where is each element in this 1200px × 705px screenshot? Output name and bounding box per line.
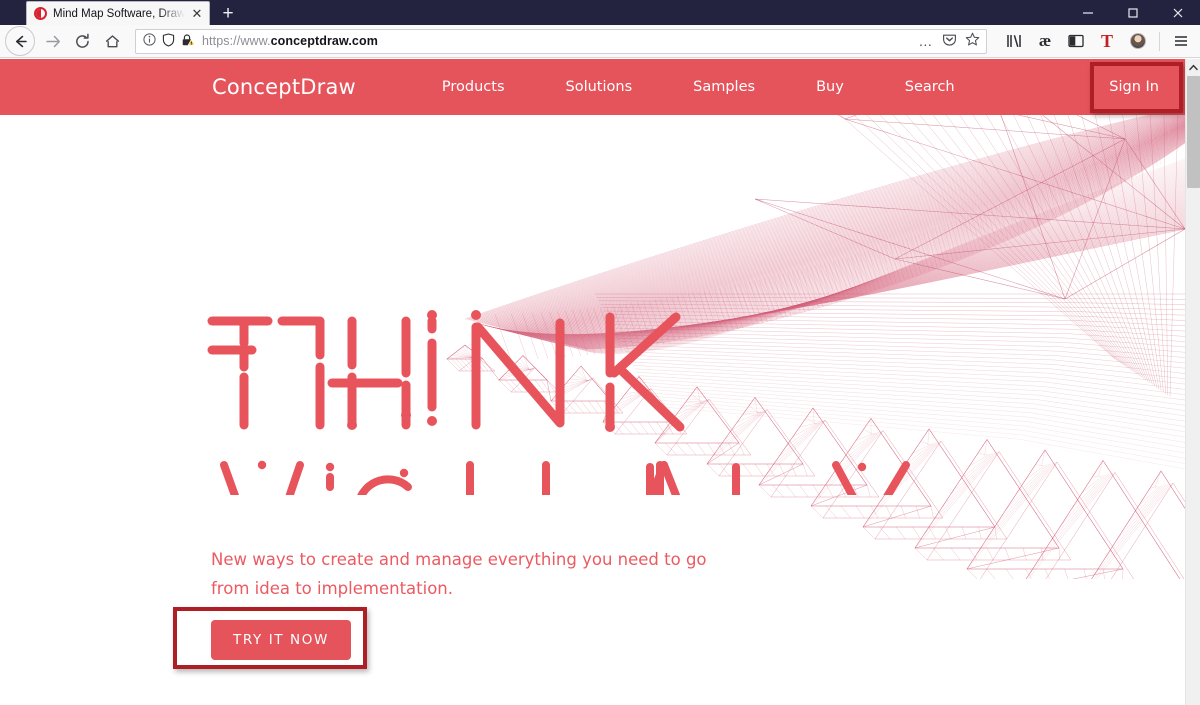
- try-it-now-button[interactable]: TRY IT NOW: [211, 620, 351, 660]
- ae-extension-icon[interactable]: æ: [1031, 27, 1059, 56]
- tab-title: Mind Map Software, Drawing T: [53, 7, 189, 20]
- new-tab-button[interactable]: +: [214, 1, 242, 25]
- browser-tab[interactable]: Mind Map Software, Drawing T ✕: [26, 1, 210, 25]
- forward-icon[interactable]: [37, 27, 67, 56]
- text-extension-icon[interactable]: T: [1093, 27, 1121, 56]
- browser-window: Mind Map Software, Drawing T ✕ +: [0, 0, 1200, 705]
- reader-view-icon[interactable]: [1062, 27, 1090, 56]
- headline-svg: THINK VISUALLY: [207, 310, 910, 495]
- page-actions-icon[interactable]: …: [918, 34, 934, 48]
- scrollbar-thumb[interactable]: [1187, 76, 1200, 188]
- nav-link-search[interactable]: Search: [905, 79, 955, 95]
- page-viewport: ConceptDraw Products Solutions Samples B…: [0, 59, 1200, 705]
- account-avatar[interactable]: [1124, 27, 1152, 56]
- maximize-icon[interactable]: [1110, 0, 1155, 25]
- library-icon[interactable]: [1000, 27, 1028, 56]
- nav-link-products[interactable]: Products: [442, 79, 505, 95]
- webpage: ConceptDraw Products Solutions Samples B…: [0, 59, 1185, 705]
- home-icon[interactable]: [97, 27, 127, 56]
- site-header: ConceptDraw Products Solutions Samples B…: [0, 59, 1185, 115]
- window-controls: [1065, 0, 1200, 25]
- hero-section: THINK VISUALLY New ways to create and ma…: [0, 115, 1185, 705]
- address-bar-actions: …: [918, 32, 982, 50]
- nav-link-solutions[interactable]: Solutions: [566, 79, 633, 95]
- address-bar[interactable]: https://www.conceptdraw.com …: [135, 28, 987, 54]
- toolbar-divider: [1159, 31, 1160, 51]
- nav-link-samples[interactable]: Samples: [693, 79, 755, 95]
- title-bar: Mind Map Software, Drawing T ✕ +: [0, 0, 1200, 25]
- back-icon[interactable]: [5, 26, 35, 56]
- info-icon[interactable]: [143, 33, 156, 49]
- minimize-icon[interactable]: [1065, 0, 1110, 25]
- close-icon[interactable]: [1155, 0, 1200, 25]
- app-menu-icon[interactable]: [1167, 27, 1195, 56]
- scroll-up-icon[interactable]: [1186, 59, 1200, 75]
- sign-in-container: Sign In: [1099, 59, 1169, 115]
- tab-close-icon[interactable]: ✕: [189, 6, 205, 22]
- extension-toolbar: æ T: [992, 27, 1195, 56]
- url-text: https://www.conceptdraw.com: [202, 34, 378, 48]
- browser-toolbar: https://www.conceptdraw.com … æ T: [0, 25, 1200, 58]
- pocket-icon[interactable]: [942, 32, 957, 50]
- page-scrollbar[interactable]: [1185, 59, 1200, 705]
- site-nav-links: Products Solutions Samples Buy Search: [442, 79, 1016, 95]
- cta-container: TRY IT NOW: [211, 620, 351, 660]
- tab-favicon: [34, 7, 47, 20]
- reload-icon[interactable]: [67, 27, 97, 56]
- nav-link-buy[interactable]: Buy: [816, 79, 844, 95]
- shield-icon[interactable]: [162, 32, 175, 50]
- lock-warning-icon[interactable]: [181, 33, 196, 50]
- site-logo[interactable]: ConceptDraw: [212, 75, 356, 99]
- address-bar-icons: [143, 32, 196, 50]
- star-icon[interactable]: [965, 32, 980, 50]
- tab-strip: Mind Map Software, Drawing T ✕ +: [0, 0, 242, 25]
- hero-headline: THINK VISUALLY: [0, 115, 1185, 495]
- hero-tagline: New ways to create and manage everything…: [211, 550, 707, 598]
- sign-in-button[interactable]: Sign In: [1099, 73, 1169, 101]
